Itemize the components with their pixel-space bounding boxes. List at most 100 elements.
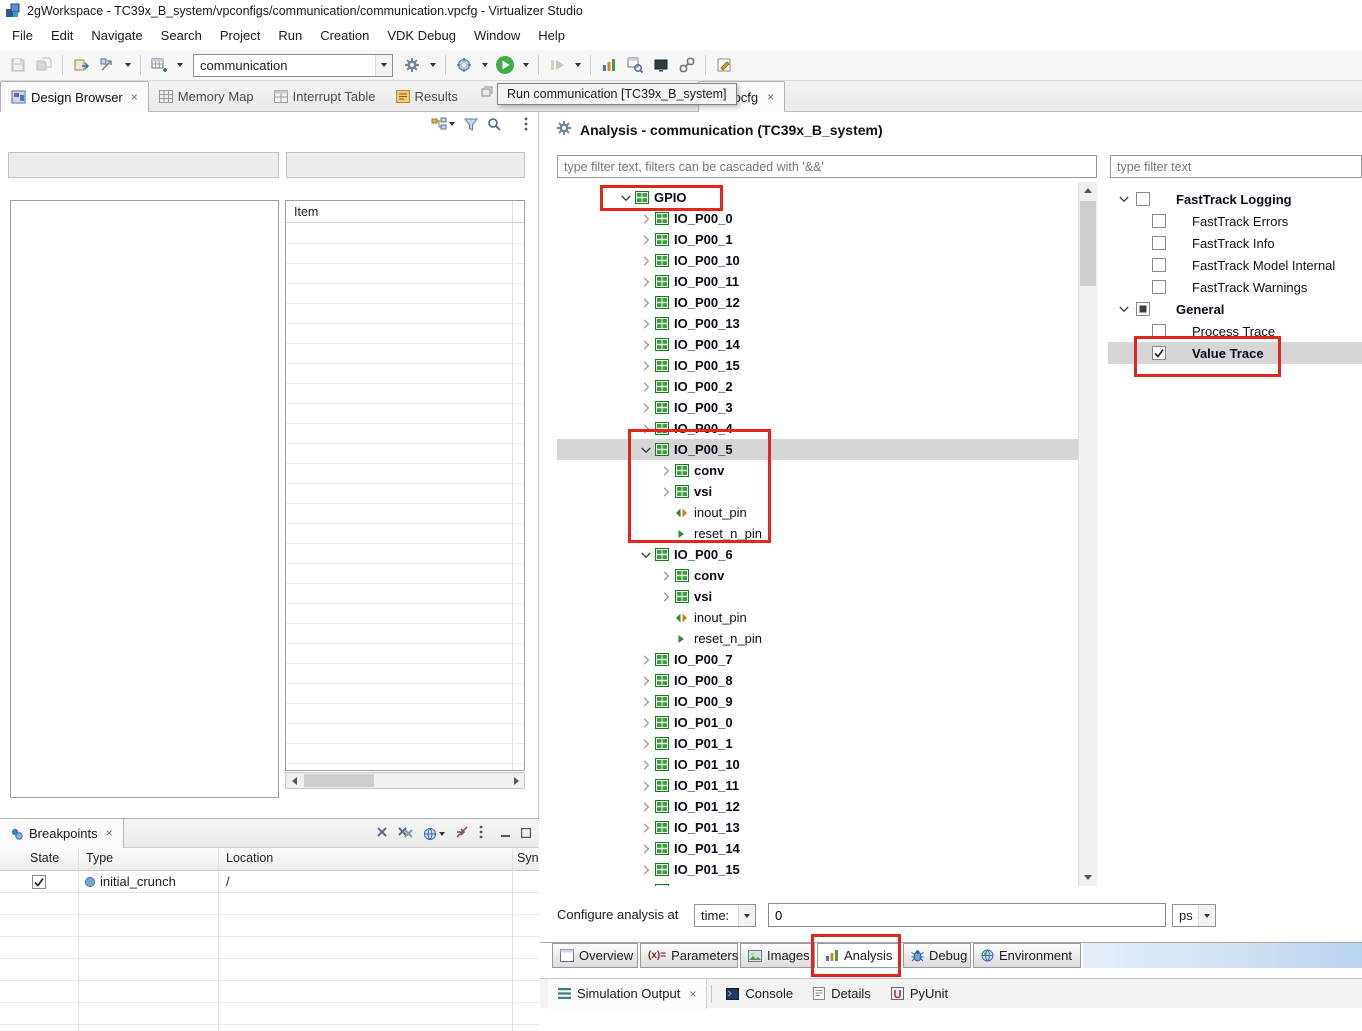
- collapsed-chevron-icon[interactable]: [638, 736, 654, 752]
- checkbox-unchecked-icon[interactable]: [1152, 324, 1166, 338]
- collapsed-chevron-icon[interactable]: [638, 421, 654, 437]
- close-icon[interactable]: ×: [767, 91, 774, 103]
- collapsed-chevron-icon[interactable]: [638, 778, 654, 794]
- collapsed-chevron-icon[interactable]: [638, 715, 654, 731]
- scroll-left-icon[interactable]: [286, 773, 302, 788]
- search-icon[interactable]: [487, 117, 501, 131]
- resume-icon[interactable]: [545, 53, 569, 77]
- run-configurations-icon[interactable]: [452, 53, 476, 77]
- save-all-icon[interactable]: [32, 53, 56, 77]
- collapsed-chevron-icon[interactable]: [638, 379, 654, 395]
- settings-gear-caret[interactable]: [426, 53, 439, 77]
- logging-item-fasttrack-model-internal[interactable]: FastTrack Model Internal: [1108, 254, 1362, 276]
- tab-console[interactable]: Console: [716, 979, 803, 1009]
- logging-filter-input[interactable]: [1110, 155, 1362, 178]
- collapsed-chevron-icon[interactable]: [638, 337, 654, 353]
- menu-window[interactable]: Window: [465, 22, 529, 50]
- view-menu-icon[interactable]: [479, 825, 483, 842]
- tree-item-io-p00-2[interactable]: IO_P00_2: [557, 376, 1078, 397]
- expanded-chevron-icon[interactable]: [638, 442, 654, 458]
- view-menu-icon[interactable]: [524, 117, 528, 131]
- tree-item-io-p00-6[interactable]: IO_P00_6: [557, 544, 1078, 565]
- logging-item-fasttrack-warnings[interactable]: FastTrack Warnings: [1108, 276, 1362, 298]
- menu-navigate[interactable]: Navigate: [82, 22, 151, 50]
- tree-item-io-p01-13[interactable]: IO_P01_13: [557, 817, 1078, 838]
- link-icon[interactable]: [675, 53, 699, 77]
- tree-item-io-p01-10[interactable]: IO_P01_10: [557, 754, 1078, 775]
- menu-file[interactable]: File: [3, 22, 42, 50]
- collapsed-chevron-icon[interactable]: [658, 568, 674, 584]
- tree-view-caret[interactable]: [449, 122, 455, 126]
- tree-item-conv[interactable]: conv: [557, 460, 1078, 481]
- maximize-icon[interactable]: [521, 826, 531, 841]
- logging-item-fasttrack-info[interactable]: FastTrack Info: [1108, 232, 1362, 254]
- tree-view-icon[interactable]: [431, 117, 455, 131]
- tree-item-io-p00-11[interactable]: IO_P00_11: [557, 271, 1078, 292]
- time-mode-combo[interactable]: time:: [694, 904, 756, 927]
- checkbox-unchecked-icon[interactable]: [1136, 192, 1150, 206]
- new-table-icon[interactable]: [147, 53, 171, 77]
- tree-item-io-p00-10[interactable]: IO_P00_10: [557, 250, 1078, 271]
- show-breakpoints-icon[interactable]: [423, 827, 445, 841]
- menu-creation[interactable]: Creation: [311, 22, 378, 50]
- menu-search[interactable]: Search: [152, 22, 211, 50]
- collapsed-chevron-icon[interactable]: [638, 820, 654, 836]
- collapsed-chevron-icon[interactable]: [658, 589, 674, 605]
- collapsed-chevron-icon[interactable]: [638, 400, 654, 416]
- tree-filter-input[interactable]: [557, 155, 1097, 178]
- collapsed-chevron-icon[interactable]: [638, 316, 654, 332]
- logging-item-general[interactable]: General: [1108, 298, 1362, 320]
- tree-item-io-p01-14[interactable]: IO_P01_14: [557, 838, 1078, 859]
- tree-item-io-p01-15[interactable]: IO_P01_15: [557, 859, 1078, 880]
- run-history-icon[interactable]: [95, 53, 119, 77]
- tab-interrupt-table[interactable]: Interrupt Table: [264, 81, 386, 112]
- tab-analysis[interactable]: Analysis: [817, 943, 901, 968]
- logging-item-fasttrack-logging[interactable]: FastTrack Logging: [1108, 188, 1362, 210]
- logging-item-process-trace[interactable]: Process Trace: [1108, 320, 1362, 342]
- column-header-location[interactable]: Location: [226, 851, 273, 865]
- close-icon[interactable]: ×: [131, 91, 138, 103]
- collapsed-chevron-icon[interactable]: [638, 694, 654, 710]
- menu-help[interactable]: Help: [529, 22, 574, 50]
- menu-run[interactable]: Run: [269, 22, 311, 50]
- collapsed-chevron-icon[interactable]: [658, 463, 674, 479]
- column-header-state[interactable]: State: [30, 851, 59, 865]
- column-header-syn[interactable]: Syn: [517, 851, 539, 865]
- item-table-body[interactable]: [286, 224, 524, 770]
- tree-item-io-p00-7[interactable]: IO_P00_7: [557, 649, 1078, 670]
- tab-breakpoints[interactable]: Breakpoints ×: [0, 819, 124, 848]
- checkbox-mixed-icon[interactable]: [1136, 302, 1150, 316]
- close-icon[interactable]: ×: [106, 827, 113, 839]
- collapsed-chevron-icon[interactable]: [638, 757, 654, 773]
- time-mode-caret-icon[interactable]: [738, 905, 755, 926]
- expanded-chevron-icon[interactable]: [638, 547, 654, 563]
- run-history-caret[interactable]: [121, 53, 134, 77]
- hscroll-thumb[interactable]: [304, 774, 374, 787]
- tab-images[interactable]: Images: [740, 943, 815, 968]
- tree-item-io-p00-8[interactable]: IO_P00_8: [557, 670, 1078, 691]
- collapsed-chevron-icon[interactable]: [658, 484, 674, 500]
- logging-item-value-trace[interactable]: Value Trace: [1108, 342, 1362, 364]
- tree-item-io-p00-0[interactable]: IO_P00_0: [557, 208, 1078, 229]
- collapsed-chevron-icon[interactable]: [638, 274, 654, 290]
- menu-vdk-debug[interactable]: VDK Debug: [378, 22, 465, 50]
- unit-combo[interactable]: ps: [1172, 904, 1216, 927]
- expanded-chevron-icon[interactable]: [1116, 191, 1132, 207]
- restore-icon[interactable]: [481, 86, 493, 101]
- tree-item-io-p00-4[interactable]: IO_P00_4: [557, 418, 1078, 439]
- tree-item-io-p00-13[interactable]: IO_P00_13: [557, 313, 1078, 334]
- menu-project[interactable]: Project: [211, 22, 269, 50]
- remove-breakpoint-icon[interactable]: [376, 826, 388, 841]
- collapsed-chevron-icon[interactable]: [638, 295, 654, 311]
- monitor-icon[interactable]: [649, 53, 673, 77]
- tree-item-inout-pin[interactable]: inout_pin: [557, 607, 1078, 628]
- minimize-icon[interactable]: [501, 826, 511, 841]
- checkbox-unchecked-icon[interactable]: [1152, 280, 1166, 294]
- expanded-chevron-icon[interactable]: [618, 190, 634, 206]
- collapsed-chevron-icon[interactable]: [638, 232, 654, 248]
- collapsed-chevron-icon[interactable]: [638, 841, 654, 857]
- collapsed-chevron-icon[interactable]: [638, 673, 654, 689]
- scroll-right-icon[interactable]: [508, 773, 524, 788]
- checkbox-unchecked-icon[interactable]: [1152, 214, 1166, 228]
- scroll-up-icon[interactable]: [1079, 182, 1097, 199]
